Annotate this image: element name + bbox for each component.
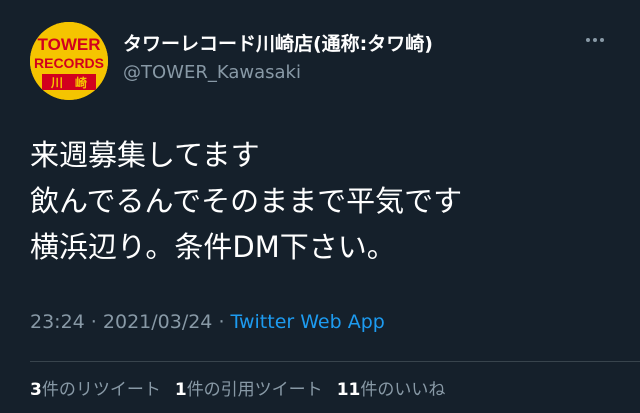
retweet-label: 件のリツイート <box>41 380 161 400</box>
like-count: 11 <box>336 380 361 400</box>
user-handle[interactable]: @TOWER_Kawasaki <box>123 62 301 83</box>
logo-line-tower: TOWER <box>38 35 101 54</box>
tweet-text: 来週募集してます 飲んでるんでそのままで平気です 横浜辺り。条件DM下さい。 <box>30 132 462 270</box>
logo-line-records: RECORDS <box>34 55 104 71</box>
meta-separator: · <box>212 311 231 333</box>
like-label: 件のいいね <box>360 380 446 400</box>
display-name[interactable]: タワーレコード川崎店(通称:タワ崎) <box>123 29 433 56</box>
retweets-stat[interactable]: 3件のリツイート <box>30 375 161 400</box>
tweet-text-line: 横浜辺り。条件DM下さい。 <box>30 230 396 264</box>
logo-char-saki: 崎 <box>75 75 87 90</box>
tower-records-logo: TOWER RECORDS 川 崎 <box>30 22 108 100</box>
more-options-button[interactable] <box>580 27 610 53</box>
tweet-text-line: 飲んでるんでそのままで平気です <box>30 184 463 218</box>
meta-separator: · <box>84 311 103 333</box>
source-app-link[interactable]: Twitter Web App <box>231 311 385 333</box>
avatar[interactable]: TOWER RECORDS 川 崎 <box>30 22 108 100</box>
quote-count: 1 <box>174 380 187 400</box>
tweet-meta: 23:24 · 2021/03/24 · Twitter Web App <box>30 311 385 333</box>
more-horizontal-icon <box>586 38 604 42</box>
tweet-text-line: 来週募集してます <box>30 138 260 172</box>
logo-char-kawa: 川 <box>50 76 63 90</box>
retweet-count: 3 <box>30 380 42 400</box>
tweet-date[interactable]: 2021/03/24 <box>103 311 213 333</box>
quotes-stat[interactable]: 1件の引用ツイート <box>175 375 323 400</box>
quote-label: 件の引用ツイート <box>186 380 323 400</box>
engagement-stats: 3件のリツイート 1件の引用ツイート 11件のいいね <box>30 375 459 400</box>
tweet-time[interactable]: 23:24 <box>30 311 85 333</box>
likes-stat[interactable]: 11件のいいね <box>337 375 446 400</box>
divider <box>30 361 640 362</box>
